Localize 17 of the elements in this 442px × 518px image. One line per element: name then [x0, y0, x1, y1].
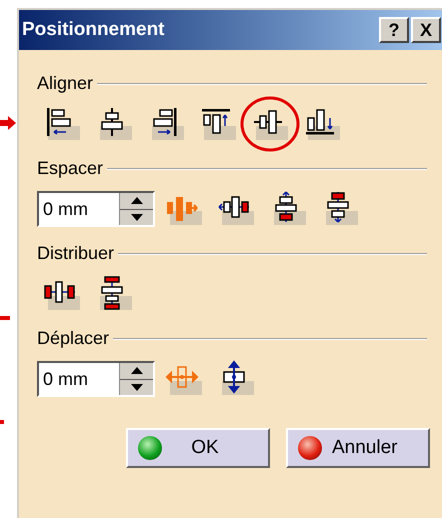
window-title: Positionnement	[22, 18, 165, 42]
ok-bullet-icon	[138, 436, 162, 460]
help-button[interactable]: ?	[379, 17, 409, 43]
annotation-mark	[0, 420, 4, 424]
section-label: Espacer	[37, 157, 104, 180]
annotation-mark	[0, 316, 10, 320]
close-button[interactable]: X	[411, 17, 441, 43]
ok-button[interactable]: OK	[126, 428, 270, 468]
section-label: Déplacer	[37, 327, 110, 350]
section-label: Distribuer	[37, 242, 114, 265]
tool-icon[interactable]	[240, 94, 300, 154]
annotation-arrow	[0, 115, 16, 131]
spin-field[interactable]: 0 mm	[37, 191, 155, 227]
spin-field[interactable]: 0 mm	[37, 361, 155, 397]
section-label: Aligner	[37, 72, 94, 95]
cancel-bullet-icon	[298, 436, 322, 460]
cancel-button[interactable]: Annuler	[286, 428, 430, 468]
